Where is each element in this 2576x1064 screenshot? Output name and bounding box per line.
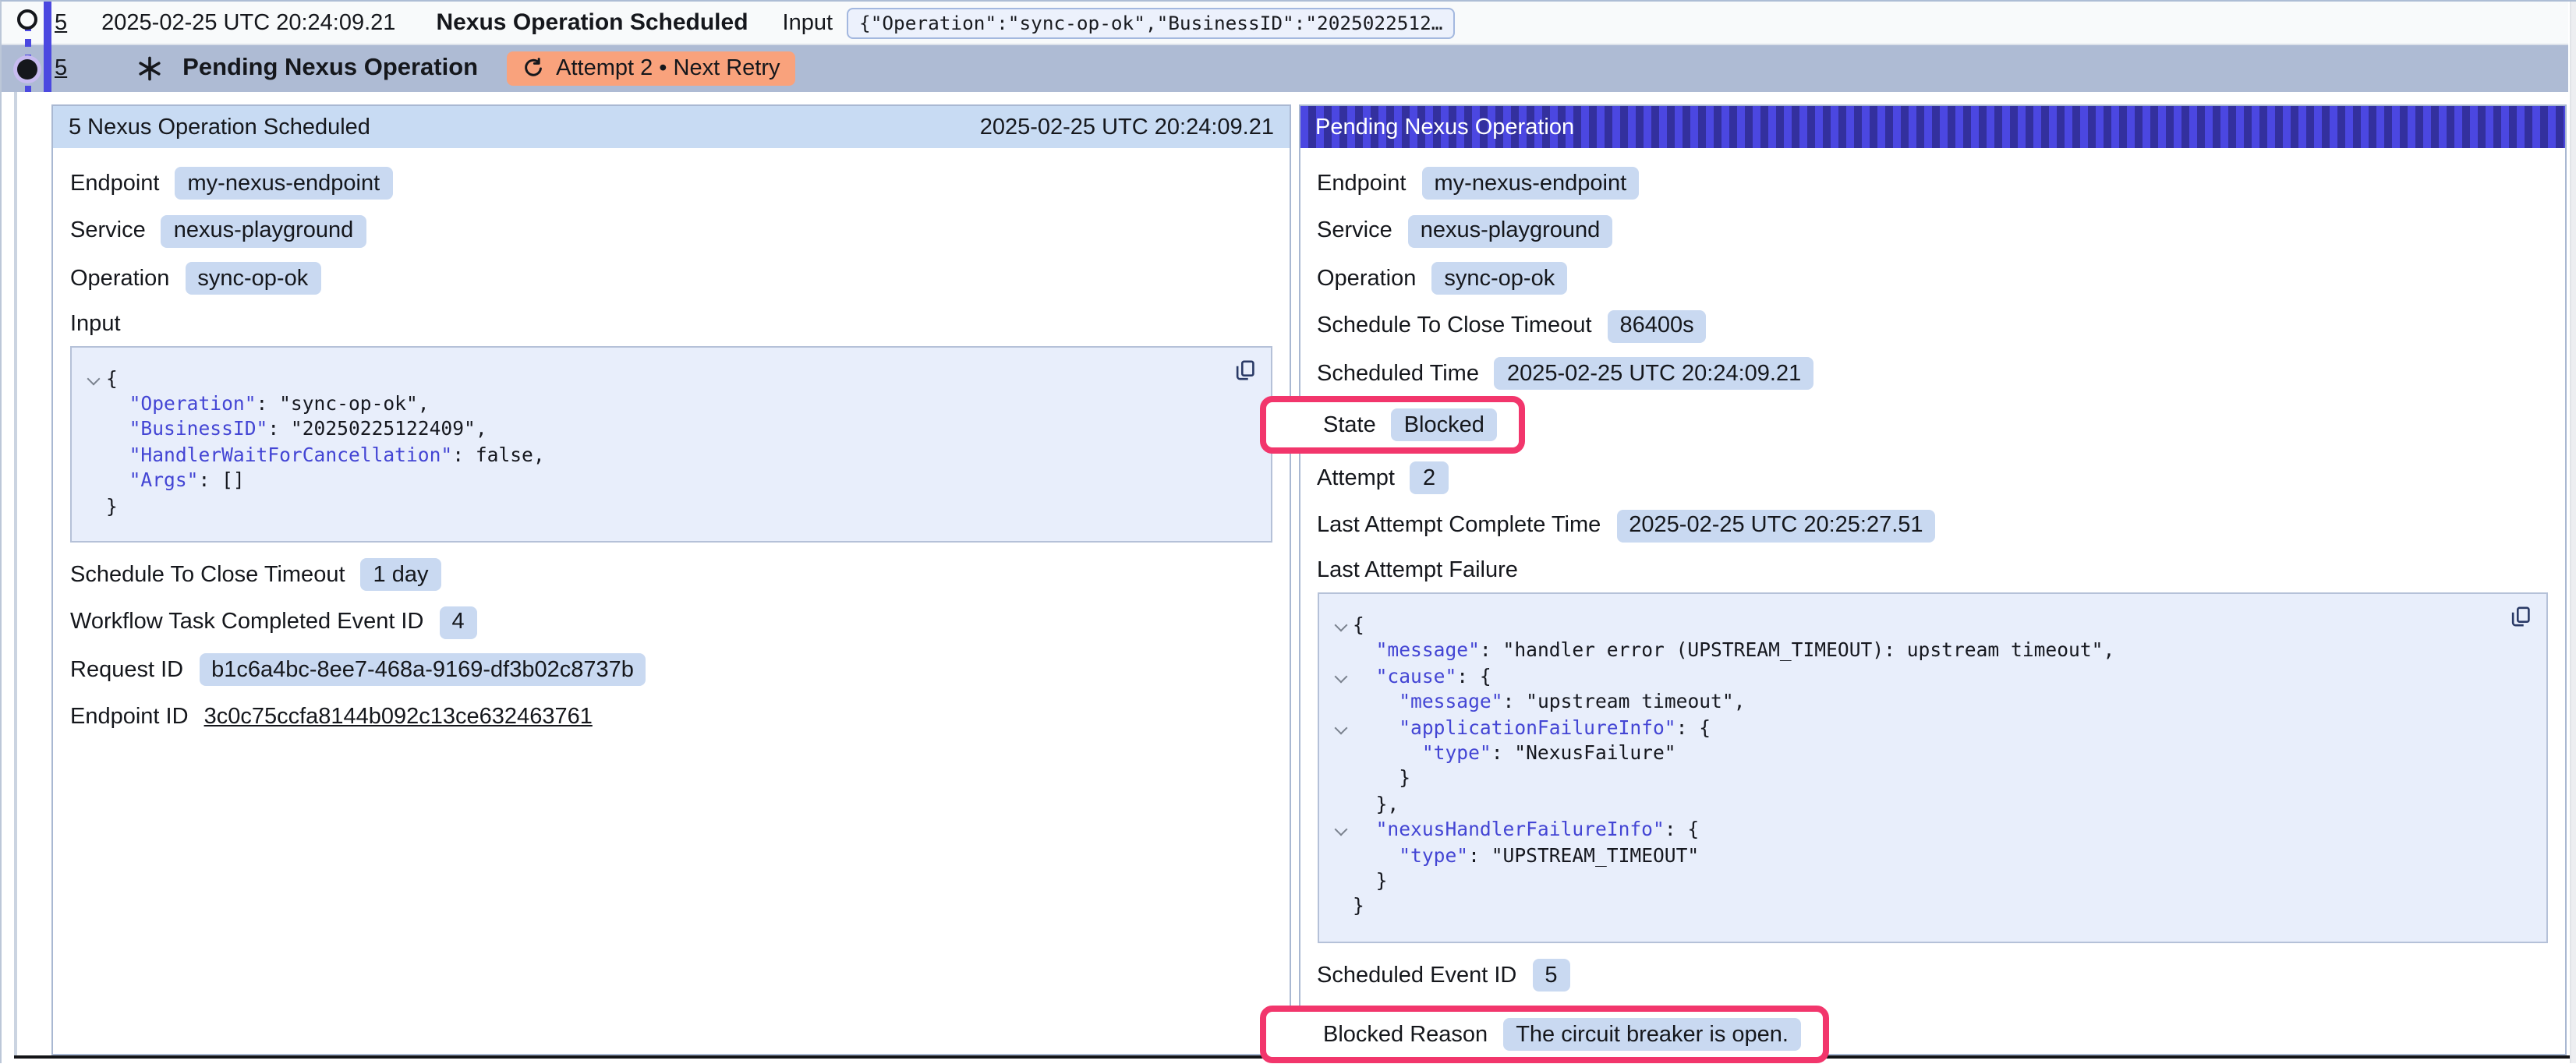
field-value-chip: 2 xyxy=(1410,461,1448,494)
right-panel-header: Pending Nexus Operation xyxy=(1300,106,2565,148)
left-panel-title: 5 Nexus Operation Scheduled xyxy=(69,115,370,140)
field-row-operation: Operation sync-op-ok xyxy=(1317,261,2548,295)
field-row-attempt: Attempt 2 xyxy=(1317,461,2548,495)
endpoint-id-link[interactable]: 3c0c75ccfa8144b092c13ce632463761 xyxy=(204,705,593,730)
field-value-chip: 1 day xyxy=(361,559,441,592)
event-timestamp: 2025-02-25 UTC 20:24:09.21 xyxy=(101,10,395,35)
field-row-schedule-to-close-timeout: Schedule To Close Timeout 1 day xyxy=(70,558,1272,592)
collapse-chevron-icon xyxy=(81,468,106,493)
collapse-chevron-icon xyxy=(1328,638,1353,664)
event-id-link[interactable]: 5 xyxy=(55,56,67,81)
field-value-chip: 4 xyxy=(439,606,476,639)
state-value-chip: Blocked xyxy=(1392,408,1497,441)
field-value-chip: 2025-02-25 UTC 20:24:09.21 xyxy=(1495,357,1813,390)
collapse-chevron-icon xyxy=(81,417,106,443)
event-row-pending-nexus-operation[interactable]: 5 Pending Nexus Operation Attempt 2 • Ne… xyxy=(2,45,2568,92)
timeline-connector xyxy=(25,23,31,92)
scrollbar-gutter[interactable] xyxy=(2569,2,2576,1063)
input-label: Input xyxy=(783,10,833,35)
collapse-chevron-icon[interactable] xyxy=(1328,818,1353,843)
field-row-service: Service nexus-playground xyxy=(1317,214,2548,248)
collapse-chevron-icon xyxy=(1328,792,1353,818)
selected-event-bar xyxy=(43,2,51,92)
retry-icon xyxy=(522,58,543,80)
field-row-last-attempt-complete-time: Last Attempt Complete Time 2025-02-25 UT… xyxy=(1317,508,2548,543)
last-attempt-failure-label: Last Attempt Failure xyxy=(1317,558,2548,583)
field-row-operation: Operation sync-op-ok xyxy=(70,261,1272,295)
input-preview-chip[interactable]: {"Operation":"sync-op-ok","BusinessID":"… xyxy=(847,7,1455,38)
event-row-nexus-operation-scheduled[interactable]: 5 2025-02-25 UTC 20:24:09.21 Nexus Opera… xyxy=(2,2,2568,45)
field-value-chip: sync-op-ok xyxy=(1431,262,1567,295)
field-value-chip: 2025-02-25 UTC 20:25:27.51 xyxy=(1616,509,1935,542)
field-value-chip: nexus-playground xyxy=(1408,214,1613,247)
collapse-chevron-icon xyxy=(1328,894,1353,920)
retry-badge-label: Attempt 2 • Next Retry xyxy=(556,56,780,81)
field-value-chip: my-nexus-endpoint xyxy=(175,167,393,200)
copy-icon[interactable] xyxy=(2511,606,2531,627)
collapse-chevron-icon xyxy=(1328,766,1353,792)
collapse-chevron-icon xyxy=(1328,843,1353,868)
collapse-chevron-icon xyxy=(81,442,106,468)
timeline-node-open-icon[interactable] xyxy=(17,9,37,29)
event-id-link[interactable]: 5 xyxy=(55,10,67,35)
field-value-chip: b1c6a4bc-8ee7-468a-9169-df3b02c8737b xyxy=(199,654,646,687)
field-row-scheduled-event-id: Scheduled Event ID 5 xyxy=(1317,959,2548,993)
state-row-highlight: State Blocked xyxy=(1259,396,1525,454)
right-panel-title: Pending Nexus Operation xyxy=(1315,115,1574,140)
failure-json-viewer: { "message": "handler error (UPSTREAM_TI… xyxy=(1317,592,2548,943)
details-left-border xyxy=(14,92,16,1055)
field-value-chip: 86400s xyxy=(1608,309,1707,342)
field-row-endpoint: Endpoint my-nexus-endpoint xyxy=(1317,166,2548,200)
field-value-chip: sync-op-ok xyxy=(185,262,320,295)
retry-badge: Attempt 2 • Next Retry xyxy=(506,51,795,86)
collapse-chevron-icon xyxy=(81,493,106,519)
collapse-chevron-icon xyxy=(1328,689,1353,715)
copy-icon[interactable] xyxy=(1235,359,1255,380)
event-title: Nexus Operation Scheduled xyxy=(436,9,748,36)
timeline-node-filled-icon[interactable] xyxy=(17,58,37,79)
blocked-reason-row-highlight: Blocked Reason The circuit breaker is op… xyxy=(1259,1006,1829,1064)
field-row-service: Service nexus-playground xyxy=(70,214,1272,248)
input-json-viewer: { "Operation": "sync-op-ok", "BusinessID… xyxy=(70,345,1272,543)
collapse-chevron-icon[interactable] xyxy=(1328,613,1353,638)
field-row-schedule-to-close-timeout: Schedule To Close Timeout 86400s xyxy=(1317,309,2548,343)
collapse-chevron-icon[interactable] xyxy=(1328,664,1353,690)
left-panel-timestamp: 2025-02-25 UTC 20:24:09.21 xyxy=(980,115,1274,140)
field-row-workflow-task-completed-event-id: Workflow Task Completed Event ID 4 xyxy=(70,606,1272,640)
field-row-request-id: Request ID b1c6a4bc-8ee7-468a-9169-df3b0… xyxy=(70,653,1272,688)
field-value-chip: 5 xyxy=(1532,960,1569,992)
left-panel-header: 5 Nexus Operation Scheduled 2025-02-25 U… xyxy=(53,106,1290,148)
collapse-chevron-icon[interactable] xyxy=(1328,715,1353,741)
collapse-chevron-icon xyxy=(1328,868,1353,894)
event-timeline xyxy=(2,2,55,92)
collapse-chevron-icon xyxy=(81,391,106,417)
event-history-view: 5 2025-02-25 UTC 20:24:09.21 Nexus Opera… xyxy=(0,0,2576,1063)
event-details-container: 5 Nexus Operation Scheduled 2025-02-25 U… xyxy=(2,92,2576,1063)
field-row-endpoint: Endpoint my-nexus-endpoint xyxy=(70,166,1272,200)
input-section-label: Input xyxy=(70,311,1272,336)
field-value-chip: my-nexus-endpoint xyxy=(1422,167,1640,200)
pending-asterisk-icon xyxy=(137,56,162,81)
nexus-operation-scheduled-panel: 5 Nexus Operation Scheduled 2025-02-25 U… xyxy=(51,104,1291,1055)
blocked-reason-value-chip: The circuit breaker is open. xyxy=(1503,1019,1801,1052)
field-row-scheduled-time: Scheduled Time 2025-02-25 UTC 20:24:09.2… xyxy=(1317,356,2548,391)
field-value-chip: nexus-playground xyxy=(161,214,366,247)
pending-title: Pending Nexus Operation xyxy=(182,55,478,83)
collapse-chevron-icon[interactable] xyxy=(81,366,106,391)
collapse-chevron-icon xyxy=(1328,741,1353,766)
pending-nexus-operation-panel: Pending Nexus Operation Endpoint my-nexu… xyxy=(1298,104,2567,1055)
field-row-endpoint-id: Endpoint ID 3c0c75ccfa8144b092c13ce63246… xyxy=(70,701,1272,735)
